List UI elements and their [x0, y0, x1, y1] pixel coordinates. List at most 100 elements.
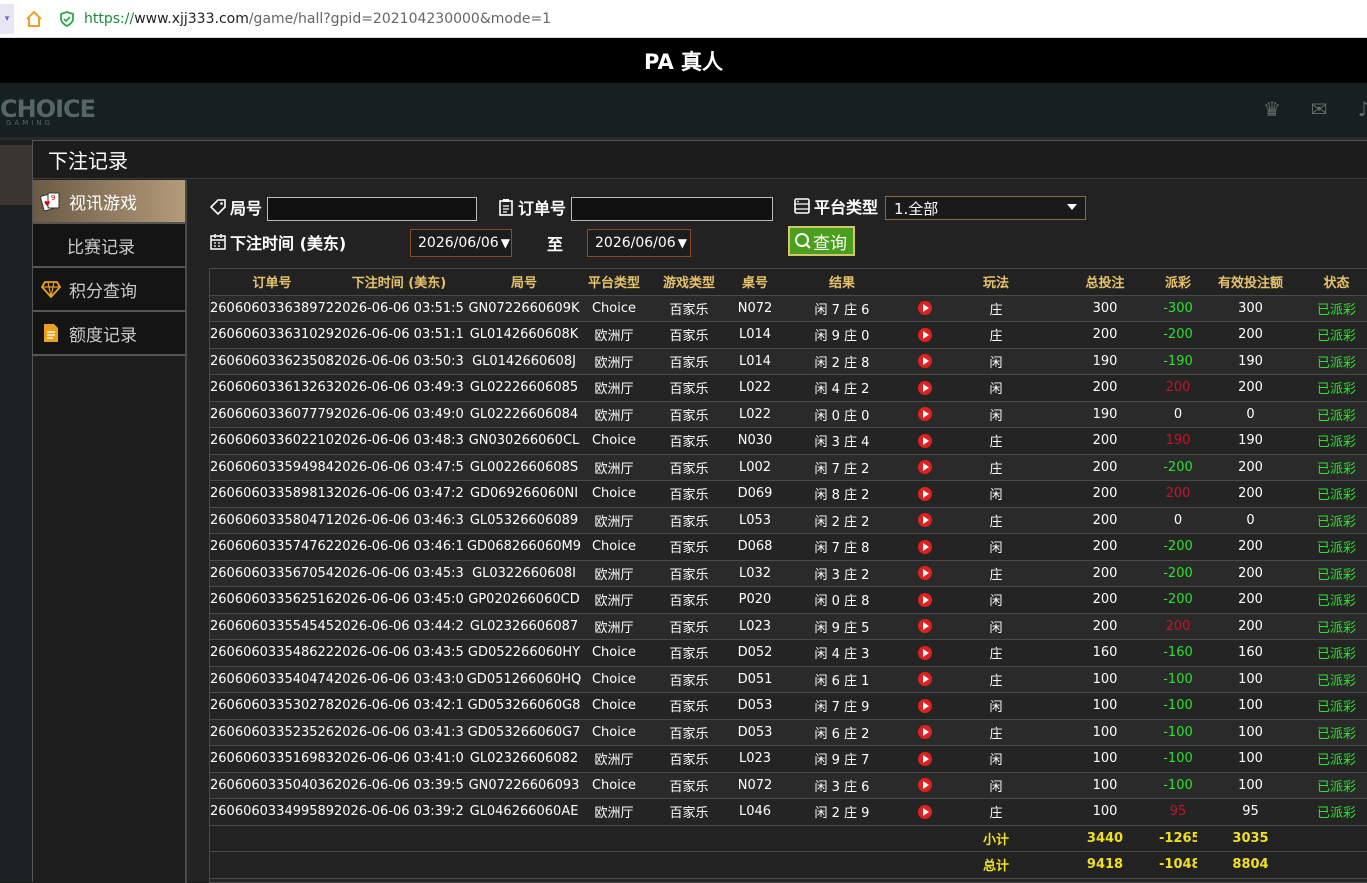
play-cell[interactable] — [908, 798, 941, 826]
menu-item-live-games[interactable]: 9 ♥ 视讯游戏 — [33, 180, 185, 224]
play-icon[interactable] — [917, 354, 932, 369]
query-button[interactable]: 查询 — [788, 226, 855, 256]
play-cell[interactable] — [908, 666, 941, 693]
play-cell[interactable] — [908, 586, 941, 614]
payout-cell: -100 — [1159, 692, 1197, 720]
empty-cell — [584, 851, 644, 879]
play-icon[interactable] — [917, 778, 932, 793]
play-icon[interactable] — [917, 327, 932, 342]
status-cell: 已派彩 — [1304, 295, 1367, 322]
play-cell[interactable] — [908, 772, 941, 799]
document-icon — [39, 321, 63, 345]
play-icon[interactable] — [917, 566, 932, 581]
play-icon[interactable] — [917, 513, 932, 528]
play-cell[interactable] — [908, 480, 941, 508]
status-cell: 已派彩 — [1304, 639, 1367, 667]
round-input[interactable] — [267, 197, 477, 221]
play-icon[interactable] — [917, 433, 932, 448]
play-icon[interactable] — [917, 539, 932, 554]
table-id-cell: N072 — [734, 295, 776, 322]
total-bet-cell: 100 — [1051, 692, 1159, 720]
menu-item-match-records[interactable]: 比赛记录 — [33, 224, 185, 268]
modal-header: 下注记录 — [33, 141, 1367, 179]
result-cell: 闲 0 庄 8 — [776, 586, 908, 614]
order-id-cell: 260606033638972 — [210, 295, 334, 322]
table-row: 260606033540474 2026-06-06 03:43:07 GD0512… — [210, 666, 1367, 693]
play-cell[interactable] — [908, 401, 941, 428]
table-id-cell: L046 — [734, 798, 776, 826]
bet-type-cell: 闲 — [941, 745, 1051, 773]
play-cell[interactable] — [908, 613, 941, 640]
play-cell[interactable] — [908, 427, 941, 455]
date-to-picker[interactable]: 2026/06/06 ▼ — [587, 229, 691, 257]
result-cell: 闲 2 庄 8 — [776, 348, 908, 375]
round-label: 局号 — [208, 195, 262, 219]
play-cell[interactable] — [908, 692, 941, 720]
column-header: 状态 — [1304, 269, 1367, 296]
play-cell[interactable] — [908, 374, 941, 402]
vip-icon[interactable]: ♛ — [1258, 97, 1286, 125]
table-id-cell: N072 — [734, 772, 776, 799]
bet-type-cell: 闲 — [941, 348, 1051, 375]
play-cell[interactable] — [908, 533, 941, 561]
status-cell: 已派彩 — [1304, 692, 1367, 720]
table-row: 260606033523526 2026-06-06 03:41:37 GD0532… — [210, 719, 1367, 746]
order-input[interactable] — [571, 197, 773, 221]
bet-type-cell: 闲 — [941, 586, 1051, 614]
play-icon[interactable] — [917, 301, 932, 316]
platform-select[interactable]: 1.全部 — [885, 196, 1086, 220]
status-cell: 已派彩 — [1304, 427, 1367, 455]
play-icon[interactable] — [917, 751, 932, 766]
play-icon[interactable] — [917, 460, 932, 475]
play-cell[interactable] — [908, 507, 941, 534]
background-sidebar — [0, 140, 32, 882]
valid-bet-cell: 200 — [1197, 560, 1304, 587]
game-type-cell: 百家乐 — [644, 666, 734, 693]
platform-cell: 欧洲厅 — [584, 586, 644, 614]
menu-item-points-query[interactable]: 积分查询 — [33, 268, 185, 312]
home-icon[interactable] — [24, 9, 44, 29]
play-icon[interactable] — [917, 804, 932, 819]
result-cell: 闲 7 庄 8 — [776, 533, 908, 561]
bet-type-cell: 庄 — [941, 454, 1051, 481]
table-row: 260606033548622 2026-06-06 03:43:50 GD0522… — [210, 639, 1367, 667]
play-icon[interactable] — [917, 645, 932, 660]
play-icon[interactable] — [917, 486, 932, 501]
platform-cell: Choice — [584, 639, 644, 667]
date-from-picker[interactable]: 2026/06/06 ▼ — [410, 229, 512, 257]
play-cell[interactable] — [908, 321, 941, 349]
play-cell[interactable] — [908, 454, 941, 481]
play-icon[interactable] — [917, 725, 932, 740]
play-cell[interactable] — [908, 639, 941, 667]
bet-time-cell: 2026-06-06 03:45:08 — [334, 586, 464, 614]
play-cell[interactable] — [908, 719, 941, 746]
round-id-cell: GL02226606085 — [464, 374, 584, 402]
play-cell[interactable] — [908, 295, 941, 322]
round-id-cell: GN0722660609K — [464, 295, 584, 322]
play-cell[interactable] — [908, 745, 941, 773]
music-icon[interactable]: ♪ — [1350, 97, 1367, 125]
round-id-cell: GL05326606089 — [464, 507, 584, 534]
app-title: PA 真人 — [643, 49, 724, 74]
status-cell: 已派彩 — [1304, 798, 1367, 826]
table-row: 260606033580471 2026-06-06 03:46:38 GL0532… — [210, 507, 1367, 534]
bet-type-cell: 庄 — [941, 798, 1051, 826]
play-cell[interactable] — [908, 560, 941, 587]
play-cell[interactable] — [908, 348, 941, 375]
play-icon[interactable] — [917, 592, 932, 607]
play-icon[interactable] — [917, 380, 932, 395]
bet-time-cell: 2026-06-06 03:39:50 — [334, 772, 464, 799]
column-header: 玩法 — [941, 269, 1051, 296]
play-icon[interactable] — [917, 407, 932, 422]
extension-icon[interactable]: ▾ — [0, 3, 14, 34]
status-cell: 已派彩 — [1304, 719, 1367, 746]
menu-item-credit-records[interactable]: 额度记录 — [33, 312, 185, 356]
url-field[interactable]: https://www.xjj333.com/game/hall?gpid=20… — [84, 11, 551, 27]
play-icon[interactable] — [917, 619, 932, 634]
result-cell: 闲 3 庄 4 — [776, 427, 908, 455]
chat-icon[interactable]: ✉ — [1305, 97, 1333, 125]
valid-bet-cell: 200 — [1197, 454, 1304, 481]
play-icon[interactable] — [917, 672, 932, 687]
play-icon[interactable] — [917, 698, 932, 713]
bet-type-cell: 庄 — [941, 639, 1051, 667]
